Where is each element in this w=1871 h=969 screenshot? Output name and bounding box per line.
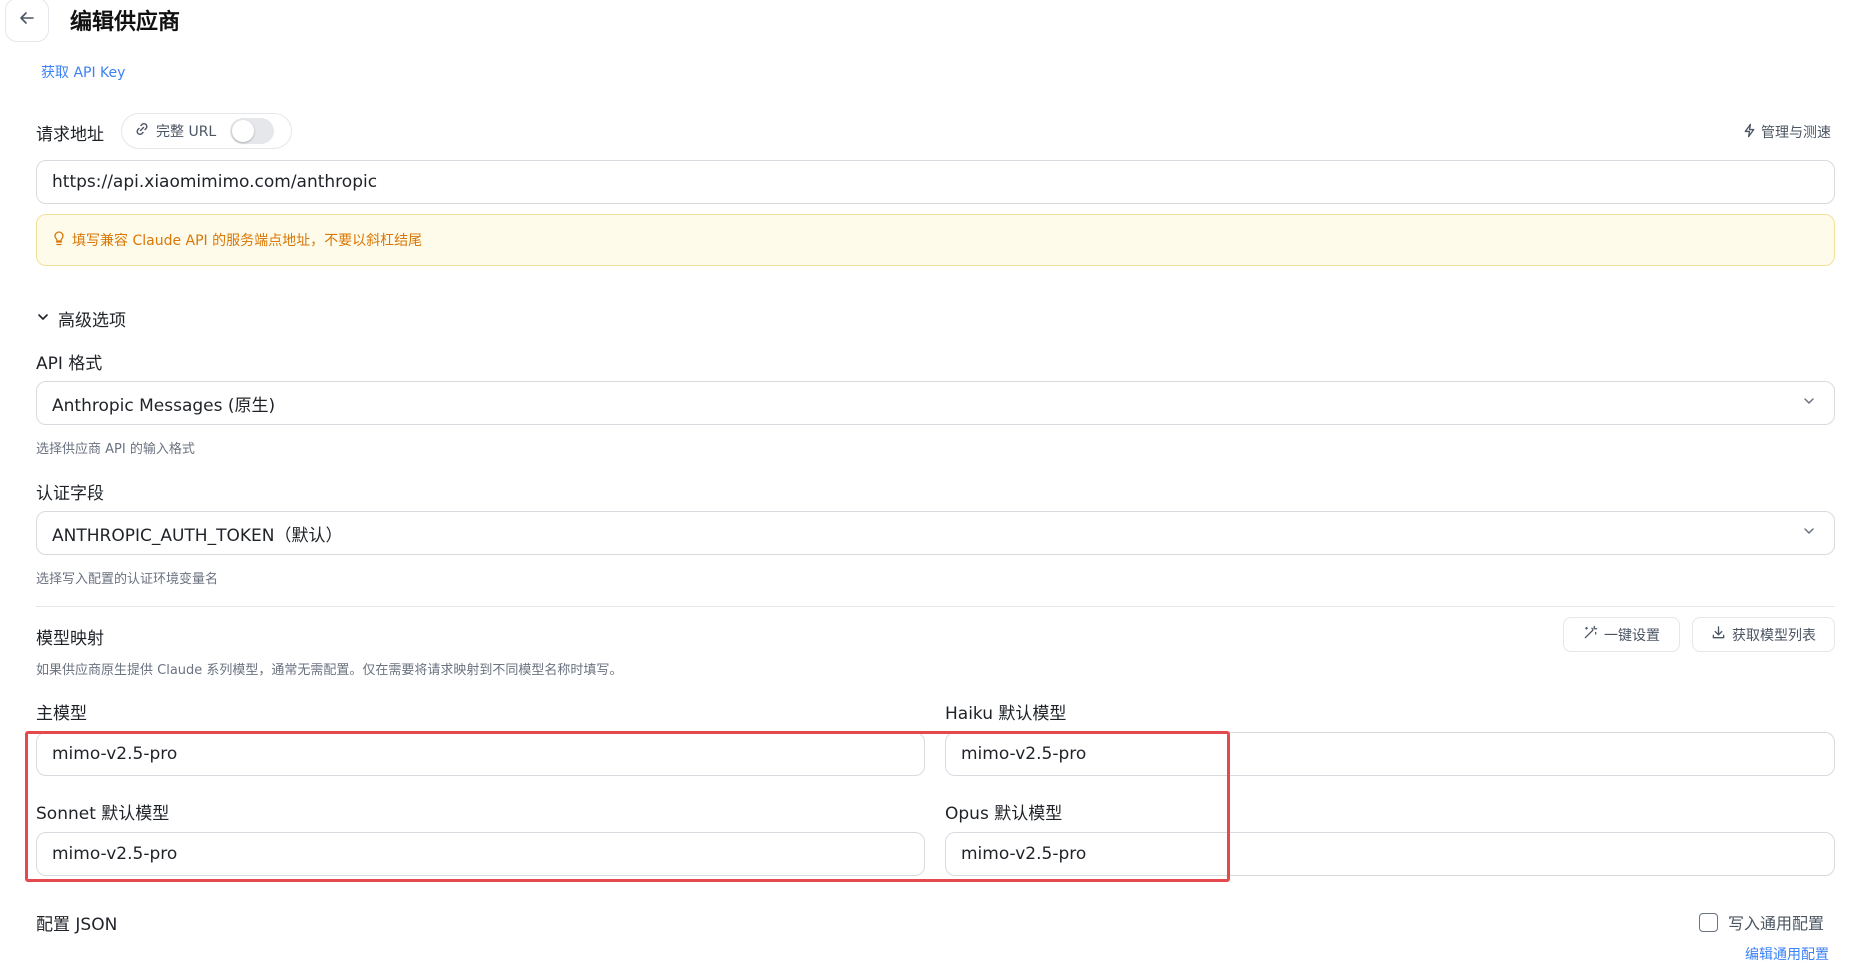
link-icon xyxy=(134,121,150,141)
advanced-options-toggle[interactable]: 高级选项 xyxy=(36,306,126,331)
fetch-model-list-label: 获取模型列表 xyxy=(1732,627,1816,644)
full-url-switch[interactable] xyxy=(230,118,275,144)
endpoint-label: 请求地址 xyxy=(36,125,104,145)
write-common-config-label: 写入通用配置 xyxy=(1728,914,1825,933)
lightning-icon xyxy=(1742,123,1757,142)
haiku-model-label: Haiku 默认模型 xyxy=(945,704,1067,724)
highlight-annotation-box xyxy=(25,731,1230,882)
model-mapping-description: 如果供应商原生提供 Claude 系列模型，通常无需配置。仅在需要将请求映射到不… xyxy=(36,663,623,678)
manage-speedtest-button[interactable]: 管理与测速 xyxy=(1742,122,1831,142)
edit-common-config-link[interactable]: 编辑通用配置 xyxy=(1745,944,1829,964)
auth-field-hint: 选择写入配置的认证环境变量名 xyxy=(36,572,219,587)
endpoint-notice-text: 填写兼容 Claude API 的服务端点地址，不要以斜杠结尾 xyxy=(72,233,423,249)
full-url-label: 完整 URL xyxy=(156,124,217,140)
advanced-options-label: 高级选项 xyxy=(58,311,126,331)
chevron-down-icon xyxy=(1802,393,1816,413)
fetch-model-list-button[interactable]: 获取模型列表 xyxy=(1692,617,1835,652)
api-format-label: API 格式 xyxy=(36,354,103,374)
main-model-label: 主模型 xyxy=(36,704,87,724)
top-bar xyxy=(0,0,1871,48)
api-format-hint: 选择供应商 API 的输入格式 xyxy=(36,442,195,457)
section-divider xyxy=(36,606,1835,607)
download-icon xyxy=(1711,625,1726,644)
back-button[interactable] xyxy=(5,0,49,42)
config-json-title: 配置 JSON xyxy=(36,915,118,935)
one-click-setup-label: 一键设置 xyxy=(1604,627,1660,644)
endpoint-notice: 填写兼容 Claude API 的服务端点地址，不要以斜杠结尾 xyxy=(36,214,1835,266)
arrow-left-icon xyxy=(18,9,36,31)
chevron-down-icon xyxy=(36,309,50,328)
endpoint-url-value: https://api.xiaomimimo.com/anthropic xyxy=(52,172,378,192)
page-title: 编辑供应商 xyxy=(70,10,181,35)
manage-speedtest-label: 管理与测速 xyxy=(1761,125,1831,141)
api-format-value: Anthropic Messages (原生) xyxy=(52,395,276,416)
checkbox-box[interactable] xyxy=(1699,912,1718,932)
auth-field-value: ANTHROPIC_AUTH_TOKEN（默认） xyxy=(52,525,343,546)
auth-field-label: 认证字段 xyxy=(36,484,104,504)
model-mapping-title: 模型映射 xyxy=(36,629,104,649)
get-api-key-link[interactable]: 获取 API Key xyxy=(41,62,125,82)
endpoint-url-input[interactable]: https://api.xiaomimimo.com/anthropic xyxy=(36,160,1835,204)
write-common-config-checkbox[interactable]: 写入通用配置 xyxy=(1699,910,1824,934)
one-click-setup-button[interactable]: 一键设置 xyxy=(1563,617,1680,652)
lightbulb-icon xyxy=(52,230,66,250)
api-format-select[interactable]: Anthropic Messages (原生) xyxy=(36,381,1835,425)
auth-field-select[interactable]: ANTHROPIC_AUTH_TOKEN（默认） xyxy=(36,511,1835,555)
chevron-down-icon xyxy=(1802,523,1816,543)
full-url-toggle-group: 完整 URL xyxy=(121,113,292,149)
magic-wand-icon xyxy=(1583,625,1598,644)
